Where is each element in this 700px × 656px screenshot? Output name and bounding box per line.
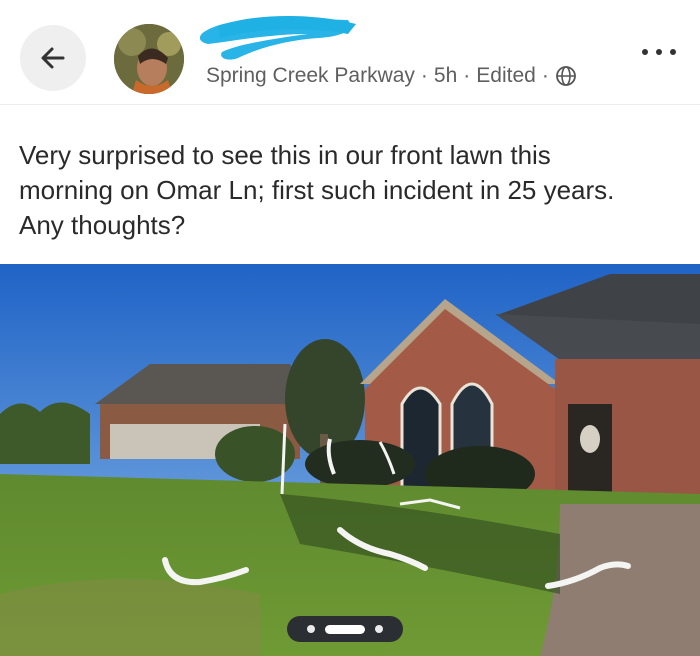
location-label[interactable]: Spring Creek Parkway: [206, 64, 415, 88]
post-text-line: Very surprised to see this in our front …: [19, 140, 551, 170]
carousel-dot[interactable]: [307, 625, 315, 633]
post-header: Spring Creek Parkway · 5h · Edited ·: [0, 0, 700, 105]
timestamp: 5h: [433, 64, 458, 87]
carousel-dot-active[interactable]: [325, 624, 365, 634]
post-text-line: Any thoughts?: [19, 210, 186, 240]
edited-label: Edited: [476, 64, 536, 87]
post-meta: Spring Creek Parkway · 5h · Edited ·: [206, 64, 577, 88]
separator: ·: [541, 64, 549, 87]
post-photo[interactable]: [0, 264, 700, 656]
more-options-button[interactable]: [642, 42, 676, 62]
carousel-dot[interactable]: [375, 625, 383, 633]
more-horizontal-icon: [642, 49, 648, 55]
separator: ·: [463, 64, 471, 87]
carousel-pager[interactable]: [287, 616, 403, 642]
globe-icon: [555, 66, 576, 86]
avatar[interactable]: [114, 24, 184, 94]
post-text-line: morning on Omar Ln; first such incident …: [19, 175, 615, 205]
redaction-mark: [199, 16, 356, 60]
arrow-left-icon: [41, 47, 65, 69]
post-body: Very surprised to see this in our front …: [19, 138, 679, 243]
back-button[interactable]: [20, 25, 86, 91]
separator: ·: [420, 64, 428, 87]
